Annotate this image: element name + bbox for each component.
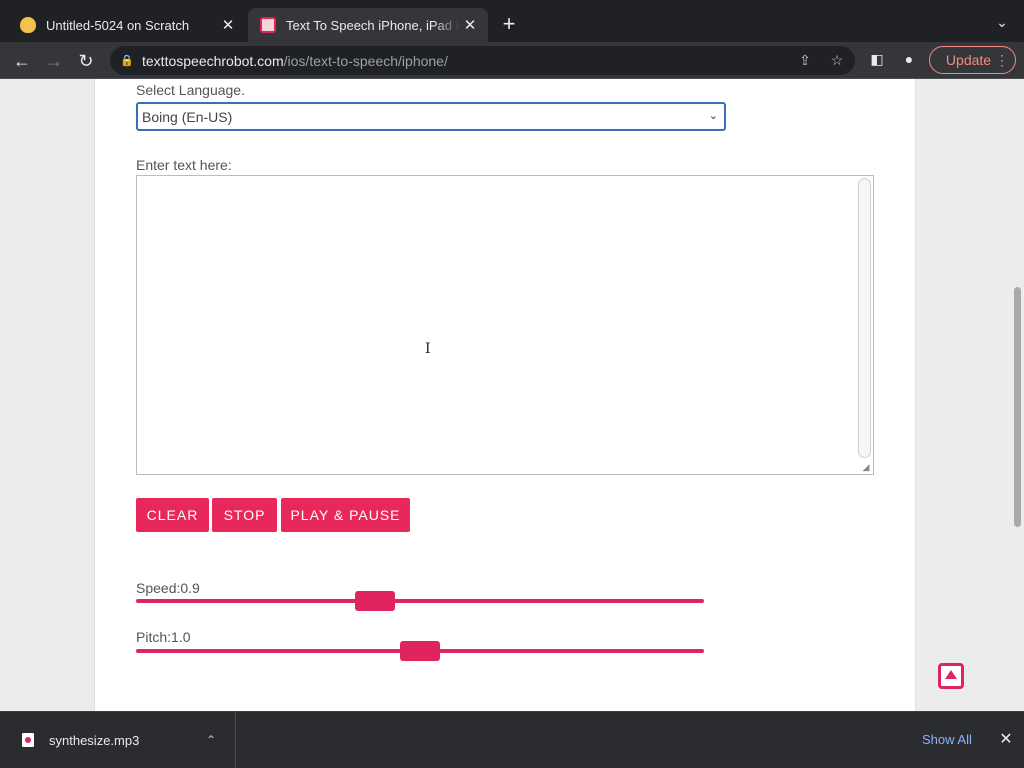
address-bar[interactable]: 🔒 texttospeechrobot.com/ios/text-to-spee… — [110, 46, 855, 75]
tab-close-icon[interactable]: ✕ — [218, 15, 238, 35]
text-cursor-icon: I — [425, 341, 431, 357]
update-button[interactable]: Update ⋮ — [929, 46, 1016, 74]
back-arrow-icon[interactable]: ← — [11, 50, 33, 72]
language-select[interactable]: Boing (En-US) ⌄ — [136, 102, 726, 131]
text-label: Enter text here: — [136, 157, 232, 173]
tab-strip: Untitled-5024 on Scratch ✕ Text To Speec… — [0, 0, 1024, 42]
profile-avatar-icon[interactable]: ● — [899, 49, 919, 69]
pitch-label: Pitch:1.0 — [136, 629, 191, 645]
arrow-up-icon — [945, 670, 957, 679]
language-label: Select Language. — [136, 82, 245, 98]
pitch-slider-thumb[interactable] — [400, 641, 440, 661]
tab-scratch[interactable]: Untitled-5024 on Scratch ✕ — [8, 8, 246, 42]
tab-close-icon[interactable]: ✕ — [460, 15, 480, 35]
url-text: texttospeechrobot.com/ios/text-to-speech… — [142, 53, 448, 69]
text-input-area[interactable]: ◢ — [136, 175, 874, 475]
scroll-to-top-button[interactable] — [938, 663, 964, 689]
download-shelf: synthesize.mp3 ⌃ Show All ✕ — [0, 711, 1024, 768]
page-viewport: Select Language. Boing (En-US) ⌄ Enter t… — [0, 79, 1024, 711]
tab-title: Untitled-5024 on Scratch — [46, 17, 190, 33]
clear-button[interactable]: CLEAR — [136, 498, 209, 532]
textarea-scrollbar[interactable] — [858, 178, 871, 458]
play-pause-button[interactable]: PLAY & PAUSE — [281, 498, 410, 532]
scratch-favicon-icon — [20, 17, 36, 33]
speed-label: Speed:0.9 — [136, 580, 200, 596]
show-all-link[interactable]: Show All — [922, 732, 972, 747]
stop-button[interactable]: STOP — [212, 498, 277, 532]
side-panel-icon[interactable]: ◧ — [867, 49, 887, 69]
new-tab-icon[interactable]: + — [498, 13, 520, 36]
reload-icon[interactable]: ↻ — [75, 50, 97, 72]
bookmark-star-icon[interactable]: ☆ — [827, 50, 847, 70]
tab-title: Text To Speech iPhone, iPad iOS — [286, 17, 460, 33]
download-file-name: synthesize.mp3 — [49, 732, 140, 748]
url-host: texttospeechrobot.com — [142, 52, 284, 69]
update-label: Update — [945, 52, 992, 68]
page-scrollbar-thumb[interactable] — [1014, 287, 1021, 527]
page-scrollbar[interactable] — [1010, 79, 1024, 711]
share-icon[interactable]: ⇪ — [795, 50, 815, 70]
close-icon[interactable]: ✕ — [997, 729, 1015, 749]
forward-arrow-icon[interactable]: → — [43, 50, 65, 72]
tab-text-to-speech[interactable]: Text To Speech iPhone, iPad iOS ✕ — [248, 8, 488, 42]
resize-grip-icon[interactable]: ◢ — [860, 461, 872, 473]
audio-file-icon — [22, 733, 34, 747]
download-item[interactable]: synthesize.mp3 ⌃ — [0, 712, 236, 768]
menu-dots-icon[interactable]: ⋮ — [995, 50, 1009, 70]
lock-icon[interactable]: 🔒 — [120, 54, 134, 67]
chevron-down-icon: ⌄ — [708, 110, 718, 122]
url-path: /ios/text-to-speech/iphone/ — [283, 52, 448, 69]
tts-favicon-icon — [260, 17, 276, 33]
speed-slider-track[interactable] — [136, 599, 704, 603]
language-selected-value: Boing (En-US) — [142, 108, 233, 125]
chevron-up-icon[interactable]: ⌃ — [201, 733, 221, 747]
speed-slider-thumb[interactable] — [355, 591, 396, 611]
tab-search-chevron-icon[interactable]: ⌄ — [992, 14, 1012, 34]
